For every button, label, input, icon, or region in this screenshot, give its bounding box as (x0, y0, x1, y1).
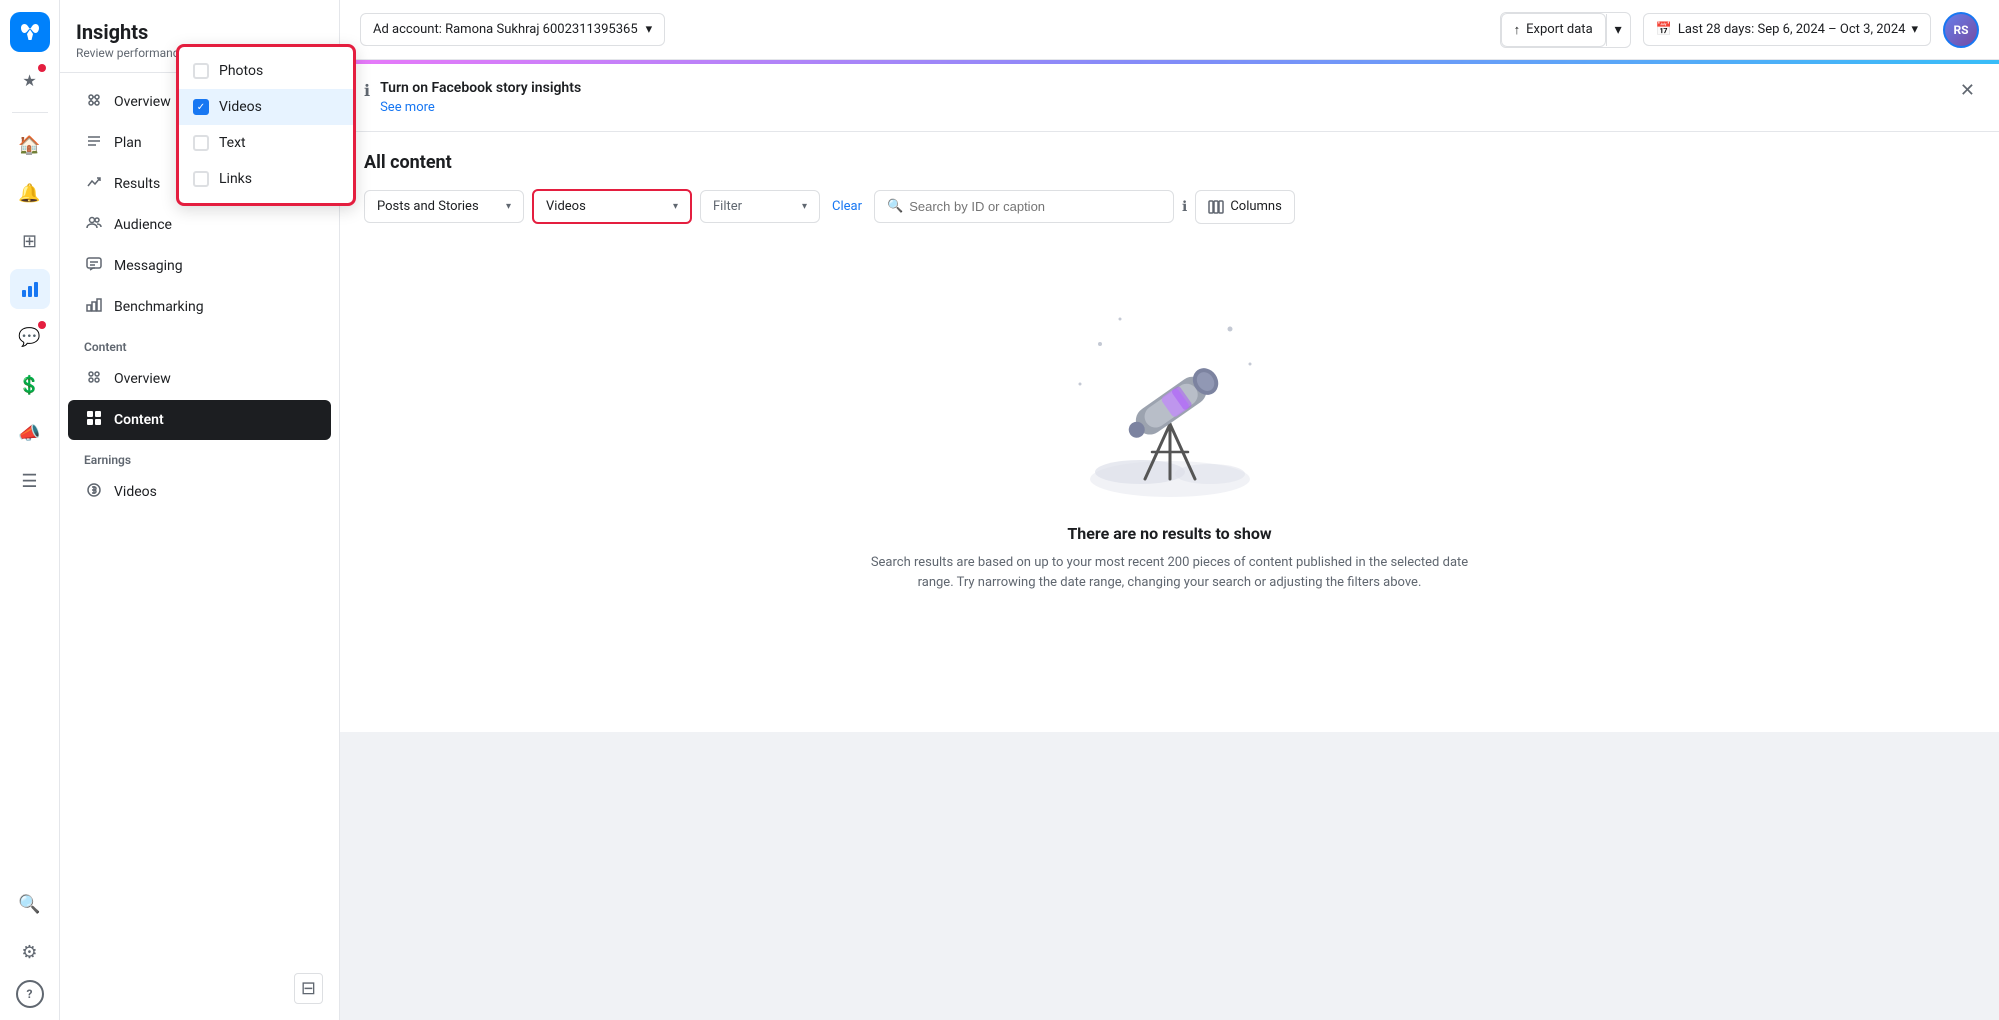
sidebar-item-benchmarking[interactable]: Benchmarking (68, 287, 331, 327)
sidebar-title: Insights (76, 20, 323, 44)
top-header: Ad account: Ramona Sukhraj 6002311395365… (340, 0, 1999, 60)
content-type-filter[interactable]: Videos ▾ (532, 189, 692, 224)
search-info-icon[interactable]: ℹ (1182, 199, 1187, 215)
benchmarking-icon (84, 297, 104, 317)
posts-stories-filter[interactable]: Posts and Stories ▾ (364, 190, 524, 223)
telescope-illustration (1060, 304, 1280, 504)
search-input[interactable] (909, 199, 1161, 214)
grid-nav-icon[interactable]: ⊞ (10, 221, 50, 261)
left-rail: ★ 🏠 🔔 ⊞ 💬 💲 📣 ☰ 🔍 ⚙ ? (0, 0, 60, 1020)
sidebar-item-audience[interactable]: Audience (68, 205, 331, 245)
audience-label: Audience (114, 217, 172, 233)
empty-state-description: Search results are based on up to your m… (870, 553, 1470, 592)
content-content-label: Content (114, 412, 164, 428)
additional-filter[interactable]: Filter ▾ (700, 190, 820, 223)
sidebar-item-content-content[interactable]: Content (68, 400, 331, 440)
story-insights-banner: ℹ Turn on Facebook story insights See mo… (340, 64, 1999, 132)
all-content-section: All content Posts and Stories ▾ Videos ▾… (340, 132, 1999, 732)
content-section-label: Content (60, 328, 339, 358)
empty-state: There are no results to show Search resu… (364, 244, 1975, 652)
date-range-selector[interactable]: 📅 Last 28 days: Sep 6, 2024 – Oct 3, 202… (1643, 13, 1931, 46)
account-selector-arrow: ▾ (646, 22, 653, 37)
posts-stories-arrow: ▾ (506, 201, 511, 212)
earnings-videos-label: Videos (114, 484, 157, 500)
dropdown-item-photos[interactable]: Photos (340, 60, 353, 89)
export-dropdown-button[interactable]: ▾ (1606, 14, 1630, 46)
plan-icon (84, 133, 104, 153)
banner-close-button[interactable]: ✕ (1960, 80, 1975, 101)
additional-filter-arrow: ▾ (802, 201, 807, 212)
filter-bar: Posts and Stories ▾ Videos ▾ Filter ▾ Cl… (364, 189, 1975, 224)
clear-filter-button[interactable]: Clear (828, 191, 866, 222)
overview-label: Overview (114, 94, 171, 110)
earnings-videos-icon (84, 482, 104, 502)
plan-label: Plan (114, 135, 142, 151)
export-icon: ↑ (1514, 22, 1521, 38)
user-avatar[interactable]: RS (1943, 12, 1979, 48)
export-data-button[interactable]: ↑ Export data (1501, 13, 1606, 47)
content-type-dropdown: Photos ✓ Videos Text Links (340, 60, 356, 206)
date-range-arrow: ▾ (1911, 22, 1918, 37)
audience-icon (84, 215, 104, 235)
banner-see-more-link[interactable]: See more (380, 100, 435, 115)
calendar-icon: 📅 (1656, 22, 1672, 37)
results-icon (84, 174, 104, 194)
chart-nav-icon[interactable] (10, 269, 50, 309)
results-label: Results (114, 176, 160, 192)
sidebar-item-content-overview[interactable]: Overview (68, 359, 331, 399)
columns-button[interactable]: Columns (1195, 190, 1295, 224)
settings-nav-icon[interactable]: ⚙ (10, 932, 50, 972)
megaphone-nav-icon[interactable]: 📣 (10, 413, 50, 453)
messaging-icon (84, 256, 104, 276)
search-box: 🔍 (874, 190, 1174, 223)
earnings-section-label: Earnings (60, 441, 339, 471)
all-content-title: All content (364, 152, 1975, 173)
content-overview-icon (84, 369, 104, 389)
meta-logo-icon[interactable] (10, 12, 50, 52)
sidebar-panel-icon[interactable]: ⊟ (294, 973, 323, 1004)
additional-filter-label: Filter (713, 199, 742, 214)
date-range-label: Last 28 days: Sep 6, 2024 – Oct 3, 2024 (1678, 22, 1906, 37)
hamburger-nav-icon[interactable]: ☰ (10, 461, 50, 501)
banner-content: Turn on Facebook story insights See more (380, 80, 1950, 115)
columns-label: Columns (1230, 199, 1282, 214)
columns-icon (1208, 199, 1224, 215)
main-content: Ad account: Ramona Sukhraj 6002311395365… (340, 0, 1999, 1020)
content-content-icon (84, 410, 104, 430)
sidebar-item-messaging[interactable]: Messaging (68, 246, 331, 286)
content-type-arrow: ▾ (673, 201, 678, 212)
dropdown-item-videos[interactable]: ✓ Videos (340, 89, 353, 125)
help-nav-icon[interactable]: ? (16, 980, 44, 1008)
account-selector[interactable]: Ad account: Ramona Sukhraj 6002311395365… (360, 13, 665, 46)
star-badge-icon[interactable]: ★ (10, 60, 50, 100)
bell-nav-icon[interactable]: 🔔 (10, 173, 50, 213)
home-nav-icon[interactable]: 🏠 (10, 125, 50, 165)
empty-state-title: There are no results to show (1067, 524, 1271, 543)
search-nav-icon[interactable]: 🔍 (10, 884, 50, 924)
benchmarking-label: Benchmarking (114, 299, 204, 315)
search-input-icon: 🔍 (887, 199, 903, 214)
dropdown-item-text[interactable]: Text (340, 125, 353, 161)
posts-stories-label: Posts and Stories (377, 199, 479, 214)
banner-title: Turn on Facebook story insights (380, 80, 1950, 96)
content-overview-label: Overview (114, 371, 171, 387)
dropdown-item-links[interactable]: Links (340, 161, 353, 197)
comment-nav-icon[interactable]: 💬 (10, 317, 50, 357)
content-area: ℹ Turn on Facebook story insights See mo… (340, 60, 1999, 1020)
content-type-label: Videos (546, 199, 586, 214)
info-banner-icon: ℹ (364, 81, 370, 100)
export-label: Export data (1526, 22, 1592, 37)
account-selector-label: Ad account: Ramona Sukhraj 6002311395365 (373, 22, 638, 37)
sidebar-item-earnings-videos[interactable]: Videos (68, 472, 331, 512)
dollar-nav-icon[interactable]: 💲 (10, 365, 50, 405)
messaging-label: Messaging (114, 258, 183, 274)
overview-icon (84, 92, 104, 112)
